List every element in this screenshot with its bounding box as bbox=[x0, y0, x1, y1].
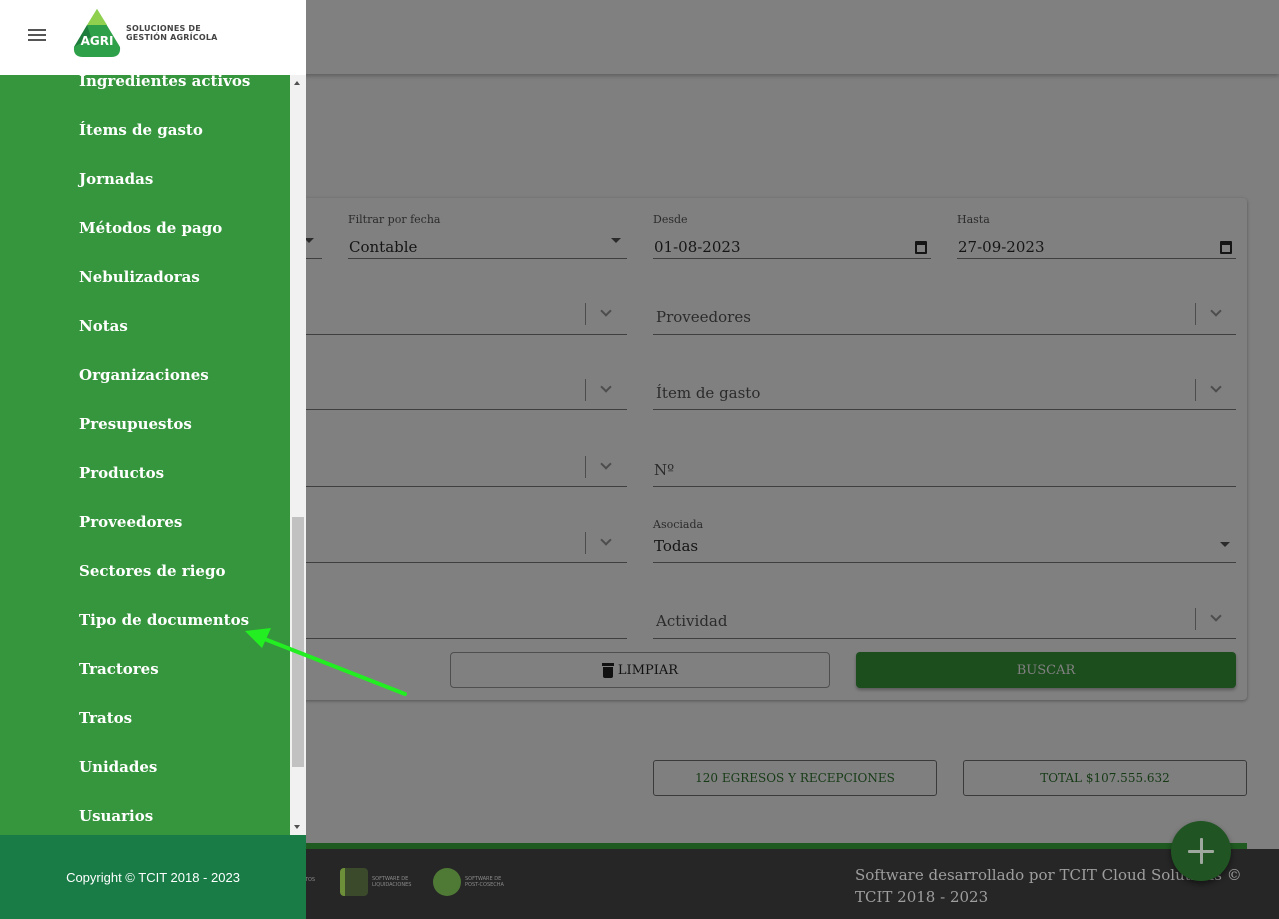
chevron-down-icon[interactable] bbox=[600, 305, 612, 317]
obscured-select-5[interactable] bbox=[300, 520, 627, 563]
from-date-value: 01-08-2023 bbox=[654, 238, 741, 256]
calendar-icon[interactable] bbox=[915, 241, 927, 254]
number-input[interactable]: Nº bbox=[653, 443, 1236, 487]
menu-item-sectores-de-riego[interactable]: Sectores de riego bbox=[79, 562, 225, 580]
clear-button-label: LIMPIAR bbox=[617, 662, 679, 678]
menu-item-ingredientes-activos[interactable]: Ingredientes activos bbox=[79, 75, 250, 90]
liqit-label: SOFTWARE DE LIQUIDACIONES bbox=[372, 876, 412, 888]
to-date-value: 27-09-2023 bbox=[958, 238, 1045, 256]
scroll-up-icon[interactable] bbox=[294, 81, 300, 85]
select-separator bbox=[1195, 379, 1196, 401]
menu-item-tratos[interactable]: Tratos bbox=[79, 709, 132, 727]
drawer-copyright: Copyright © TCIT 2018 - 2023 bbox=[66, 870, 240, 885]
pakit-label: SOFTWARE DE POST-COSECHA bbox=[465, 876, 504, 888]
from-date-label: Desde bbox=[653, 213, 688, 226]
total-summary-button[interactable]: TOTAL $107.555.632 bbox=[963, 760, 1247, 796]
menu-icon[interactable] bbox=[28, 29, 46, 42]
menu-item-metodos-de-pago[interactable]: Métodos de pago bbox=[79, 219, 222, 237]
from-date-field[interactable]: Desde 01-08-2023 bbox=[653, 205, 931, 259]
to-date-field[interactable]: Hasta 27-09-2023 bbox=[957, 205, 1236, 259]
number-placeholder: Nº bbox=[654, 461, 675, 479]
clear-button[interactable]: LIMPIAR bbox=[450, 652, 830, 688]
chevron-down-icon[interactable] bbox=[600, 458, 612, 470]
total-summary-label: TOTAL $107.555.632 bbox=[1040, 771, 1170, 785]
associated-select[interactable]: Asociada Todas bbox=[653, 510, 1236, 563]
select-separator bbox=[1195, 303, 1196, 325]
select-separator bbox=[1195, 608, 1196, 630]
date-filter-select[interactable]: Filtrar por fecha Contable bbox=[348, 205, 627, 259]
expense-item-select[interactable]: Ítem de gasto bbox=[653, 366, 1236, 410]
menu-item-items-de-gasto[interactable]: Ítems de gasto bbox=[79, 121, 203, 139]
associated-label: Asociada bbox=[653, 518, 704, 531]
expense-item-placeholder: Ítem de gasto bbox=[656, 384, 761, 402]
select-separator bbox=[585, 456, 586, 478]
menu-item-notas[interactable]: Notas bbox=[79, 317, 128, 335]
suppliers-select[interactable]: Proveedores bbox=[653, 290, 1236, 335]
liqit-mark bbox=[340, 868, 368, 896]
obscured-input-6[interactable] bbox=[300, 596, 627, 639]
menu-item-usuarios[interactable]: Usuarios bbox=[79, 807, 153, 825]
menu-item-proveedores[interactable]: Proveedores bbox=[79, 513, 182, 531]
menu-item-unidades[interactable]: Unidades bbox=[79, 758, 157, 776]
dropdown-caret-icon bbox=[1220, 542, 1230, 547]
menu-item-organizaciones[interactable]: Organizaciones bbox=[79, 366, 209, 384]
logo-wordmark: AGRI bbox=[81, 34, 114, 48]
select-separator bbox=[585, 303, 586, 325]
obscured-select-2[interactable] bbox=[300, 290, 627, 335]
select-separator bbox=[585, 379, 586, 401]
drawer-menu: Ingredientes activos Ítems de gasto Jorn… bbox=[0, 75, 290, 835]
chevron-down-icon[interactable] bbox=[1210, 305, 1222, 317]
calendar-icon[interactable] bbox=[1220, 241, 1232, 254]
menu-item-jornadas[interactable]: Jornadas bbox=[79, 170, 153, 188]
chevron-down-icon[interactable] bbox=[600, 381, 612, 393]
chevron-down-icon[interactable] bbox=[1210, 610, 1222, 622]
suppliers-placeholder: Proveedores bbox=[656, 308, 751, 326]
menu-item-presupuestos[interactable]: Presupuestos bbox=[79, 415, 192, 433]
to-date-label: Hasta bbox=[957, 213, 990, 226]
count-summary-label: 120 EGRESOS Y RECEPCIONES bbox=[695, 771, 895, 785]
navigation-drawer: AGRI SOLUCIONES DE GESTIÓN AGRÍCOLA Ingr… bbox=[0, 0, 306, 919]
dropdown-caret-icon bbox=[611, 238, 621, 243]
obscured-select-3[interactable] bbox=[300, 366, 627, 410]
drawer-header: AGRI SOLUCIONES DE GESTIÓN AGRÍCOLA bbox=[0, 0, 306, 75]
trash-icon bbox=[601, 662, 614, 678]
menu-item-tractores[interactable]: Tractores bbox=[79, 660, 159, 678]
chevron-down-icon[interactable] bbox=[1210, 381, 1222, 393]
pakit-mark bbox=[433, 868, 461, 896]
obscured-select-4[interactable] bbox=[300, 443, 627, 487]
search-button[interactable]: BUSCAR bbox=[856, 652, 1236, 688]
drawer-scrollbar-thumb[interactable] bbox=[292, 517, 304, 767]
add-fab-button[interactable] bbox=[1171, 821, 1231, 881]
associated-value: Todas bbox=[654, 537, 699, 555]
date-filter-value: Contable bbox=[349, 238, 418, 256]
select-separator bbox=[585, 532, 586, 554]
activity-placeholder: Actividad bbox=[656, 612, 728, 630]
logo-tagline: SOLUCIONES DE GESTIÓN AGRÍCOLA bbox=[126, 24, 218, 42]
pakit-logo: SOFTWARE DE POST-COSECHA bbox=[433, 868, 505, 896]
agri-logo-icon: AGRI bbox=[73, 9, 121, 57]
search-button-label: BUSCAR bbox=[1016, 662, 1076, 678]
menu-item-tipo-de-documentos[interactable]: Tipo de documentos bbox=[79, 611, 249, 629]
liqit-logo: SOFTWARE DE LIQUIDACIONES bbox=[340, 868, 412, 896]
menu-item-nebulizadoras[interactable]: Nebulizadoras bbox=[79, 268, 200, 286]
logo-tagline-line1: SOLUCIONES DE bbox=[126, 24, 201, 33]
count-summary-button[interactable]: 120 EGRESOS Y RECEPCIONES bbox=[653, 760, 937, 796]
menu-item-productos[interactable]: Productos bbox=[79, 464, 164, 482]
date-filter-label: Filtrar por fecha bbox=[348, 213, 441, 226]
chevron-down-icon[interactable] bbox=[600, 534, 612, 546]
scroll-down-icon[interactable] bbox=[294, 825, 300, 829]
drawer-footer: Copyright © TCIT 2018 - 2023 bbox=[0, 835, 306, 919]
activity-select[interactable]: Actividad bbox=[653, 596, 1236, 639]
logo-tagline-line2: GESTIÓN AGRÍCOLA bbox=[126, 33, 218, 42]
